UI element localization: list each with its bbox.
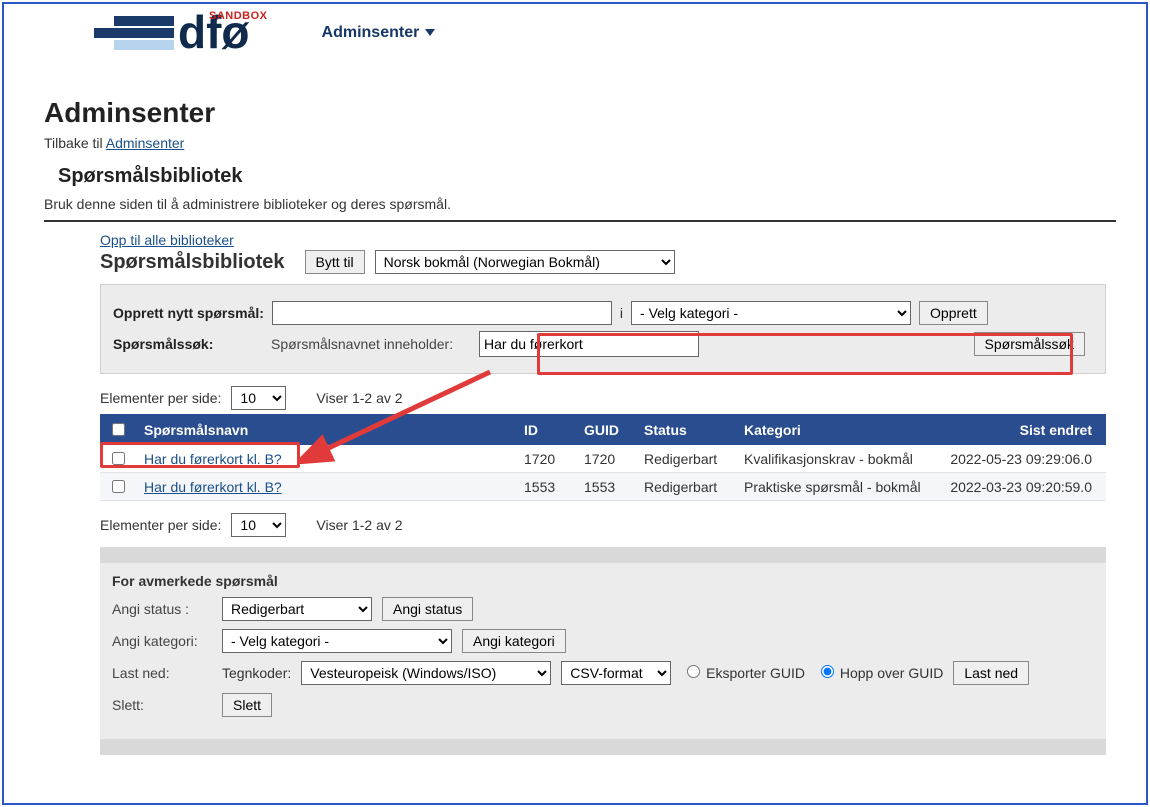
new-question-category-select[interactable]: - Velg kategori - xyxy=(631,301,911,325)
cell-last-changed: 2022-03-23 09:20:59.0 xyxy=(936,473,1106,501)
export-guid-option[interactable]: Eksporter GUID xyxy=(681,665,805,681)
new-question-input[interactable] xyxy=(272,301,612,325)
skip-guid-radio[interactable] xyxy=(821,665,834,678)
language-select[interactable]: Norsk bokmål (Norwegian Bokmål) xyxy=(375,250,675,274)
row-checkbox[interactable] xyxy=(112,480,125,493)
cell-category: Kvalifikasjonskrav - bokmål xyxy=(736,445,936,473)
back-prefix: Tilbake til xyxy=(44,135,106,151)
search-input[interactable] xyxy=(479,331,699,357)
results-table: Spørsmålsnavn ID GUID Status Kategori Si… xyxy=(100,414,1106,501)
search-label: Spørsmålssøk: xyxy=(113,336,263,352)
per-page-label: Elementer per side: xyxy=(100,517,221,533)
separator-bar xyxy=(100,547,1106,563)
bulk-download-label: Last ned: xyxy=(112,665,212,681)
bulk-delete-label: Slett: xyxy=(112,697,212,713)
question-link[interactable]: Har du førerkort kl. B? xyxy=(144,479,282,495)
bulk-category-label: Angi kategori: xyxy=(112,633,212,649)
bulk-actions-box: For avmerkede spørsmål Angi status : Red… xyxy=(100,563,1106,739)
in-word: i xyxy=(620,305,623,321)
up-to-libraries-link[interactable]: Opp til alle biblioteker xyxy=(100,232,234,248)
bulk-status-button[interactable]: Angi status xyxy=(382,597,473,621)
search-button[interactable]: Spørsmålssøk xyxy=(974,332,1085,356)
logo: dfø SANDBOX xyxy=(114,12,250,53)
encoding-select[interactable]: Vesteuropeisk (Windows/ISO) xyxy=(301,661,551,685)
bulk-title: For avmerkede spørsmål xyxy=(112,573,1094,589)
bulk-category-select[interactable]: - Velg kategori - xyxy=(222,629,452,653)
pager-showing: Viser 1-2 av 2 xyxy=(316,390,402,406)
delete-button[interactable]: Slett xyxy=(222,693,272,717)
topbar: dfø SANDBOX Adminsenter xyxy=(4,4,1146,57)
col-guid[interactable]: GUID xyxy=(576,414,636,445)
section-title: Spørsmålsbibliotek xyxy=(58,165,1116,188)
per-page-select-bottom[interactable]: 10 xyxy=(231,513,286,537)
col-id[interactable]: ID xyxy=(516,414,576,445)
library-panel: Opp til alle biblioteker Spørsmålsbiblio… xyxy=(44,232,1116,755)
section-description: Bruk denne siden til å administrere bibl… xyxy=(44,196,1116,212)
col-last-changed[interactable]: Sist endret xyxy=(936,414,1106,445)
chevron-down-icon xyxy=(425,29,435,36)
logo-sandbox-label: SANDBOX xyxy=(209,10,268,22)
cell-category: Praktiske spørsmål - bokmål xyxy=(736,473,936,501)
pager-bottom: Elementer per side: 10 Viser 1-2 av 2 xyxy=(100,513,1106,537)
cell-status: Redigerbart xyxy=(636,445,736,473)
col-name[interactable]: Spørsmålsnavn xyxy=(136,414,516,445)
select-all-checkbox[interactable] xyxy=(112,423,125,436)
cell-last-changed: 2022-05-23 09:29:06.0 xyxy=(936,445,1106,473)
bulk-status-label: Angi status : xyxy=(112,601,212,617)
app-frame: dfø SANDBOX Adminsenter Adminsenter Tilb… xyxy=(2,2,1148,805)
nav-adminsenter[interactable]: Adminsenter xyxy=(322,24,436,42)
table-row: Har du førerkort kl. B? 1553 1553 Redige… xyxy=(100,473,1106,501)
cell-id: 1720 xyxy=(516,445,576,473)
skip-guid-option[interactable]: Hopp over GUID xyxy=(815,665,943,681)
table-row: Har du førerkort kl. B? 1720 1720 Redige… xyxy=(100,445,1106,473)
back-link[interactable]: Adminsenter xyxy=(106,135,185,151)
download-button[interactable]: Last ned xyxy=(953,661,1029,685)
create-search-box: Opprett nytt spørsmål: i - Velg kategori… xyxy=(100,284,1106,374)
per-page-select-top[interactable]: 10 xyxy=(231,386,286,410)
page-title: Adminsenter xyxy=(44,97,1116,129)
create-label: Opprett nytt spørsmål: xyxy=(113,305,264,321)
logo-bars-icon xyxy=(114,16,174,50)
nav-adminsenter-label: Adminsenter xyxy=(322,24,420,42)
content: Adminsenter Tilbake til Adminsenter Spør… xyxy=(4,57,1146,765)
bulk-status-select[interactable]: Redigerbart xyxy=(222,597,372,621)
col-category[interactable]: Kategori xyxy=(736,414,936,445)
library-title: Spørsmålsbibliotek xyxy=(100,251,285,274)
cell-guid: 1553 xyxy=(576,473,636,501)
divider xyxy=(44,220,1116,222)
search-hint: Spørsmålsnavnet inneholder: xyxy=(271,336,471,352)
switch-language-button[interactable]: Bytt til xyxy=(305,250,365,274)
create-button[interactable]: Opprett xyxy=(919,301,988,325)
col-status[interactable]: Status xyxy=(636,414,736,445)
bulk-category-button[interactable]: Angi kategori xyxy=(462,629,566,653)
format-select[interactable]: CSV-format xyxy=(561,661,671,685)
per-page-label: Elementer per side: xyxy=(100,390,221,406)
cell-status: Redigerbart xyxy=(636,473,736,501)
export-guid-radio[interactable] xyxy=(687,665,700,678)
pager-showing: Viser 1-2 av 2 xyxy=(316,517,402,533)
pager-top: Elementer per side: 10 Viser 1-2 av 2 xyxy=(100,386,1106,410)
separator-bar xyxy=(100,739,1106,755)
encoding-label: Tegnkoder: xyxy=(222,665,291,681)
cell-guid: 1720 xyxy=(576,445,636,473)
question-link[interactable]: Har du førerkort kl. B? xyxy=(144,451,282,467)
breadcrumb: Tilbake til Adminsenter xyxy=(44,135,1116,151)
cell-id: 1553 xyxy=(516,473,576,501)
row-checkbox[interactable] xyxy=(112,452,125,465)
